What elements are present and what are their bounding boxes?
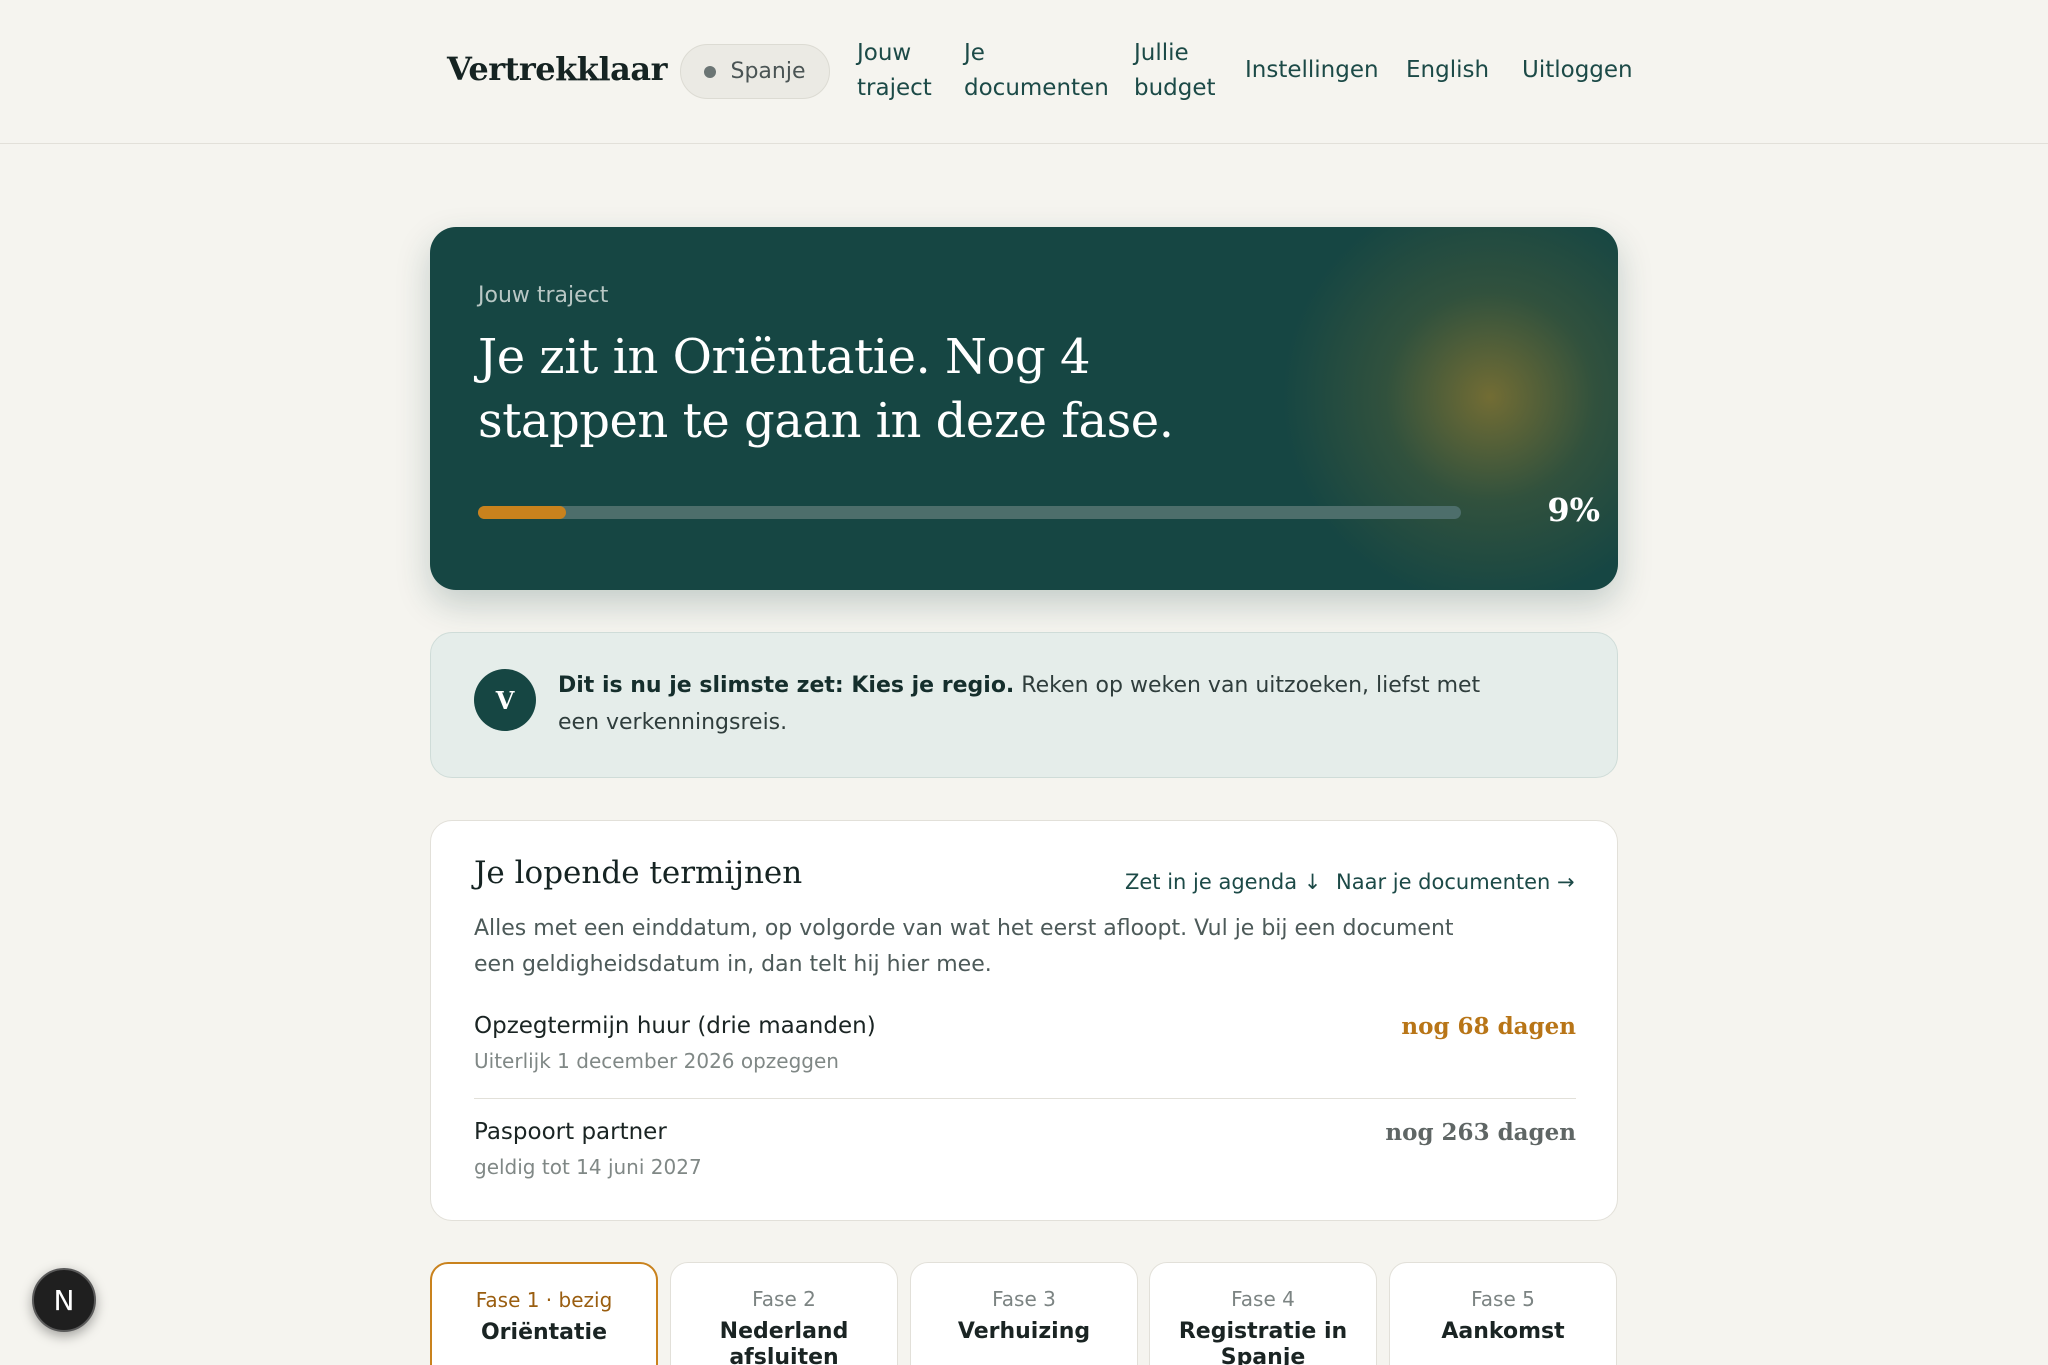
documents-link[interactable]: Naar je documenten → [1336,870,1575,894]
divider [474,1098,1576,1099]
phase-label: Fase 5 [1471,1287,1535,1311]
deadlines-title: Je lopende termijnen [474,855,803,891]
next-step-highlight: Dit is nu je slimste zet: Kies je regio. [558,673,1015,698]
hero-title: Je zit in Oriëntatie. Nog 4 stappen te g… [478,329,1174,449]
phase-tab-4[interactable]: Fase 4 Registratie in Spanje [1149,1262,1377,1365]
nav-jouw-traject[interactable]: Jouw traject [857,36,932,106]
brand-logo[interactable]: Vertrekklaar [447,50,667,88]
deadline-date: Uiterlijk 1 december 2026 opzeggen [474,1049,839,1073]
deadline-row: Opzegtermijn huur (drie maanden) Uiterli… [474,1013,1576,1093]
nav-english[interactable]: English [1406,53,1489,88]
status-dot-icon [704,65,717,78]
deadlines-card: Je lopende termijnen Zet in je agenda ↓ … [430,820,1618,1221]
hero-eyebrow: Jouw traject [478,283,609,308]
phase-tab-3[interactable]: Fase 3 Verhuizing [910,1262,1138,1365]
phase-tab-1[interactable]: Fase 1 · bezig Oriëntatie [430,1262,658,1365]
deadlines-description: Alles met een einddatum, op volgorde van… [474,916,1454,977]
progress-bar-fill [478,506,567,519]
phase-label: Fase 4 [1231,1287,1295,1311]
deadline-name: Paspoort partner [474,1119,667,1145]
nav-instellingen[interactable]: Instellingen [1245,53,1379,88]
next-step-banner: V Dit is nu je slimste zet: Kies je regi… [430,632,1618,778]
dev-tools-button[interactable]: N [32,1268,96,1332]
decorative-glow [1280,227,1618,590]
nav-jullie-budget[interactable]: Jullie budget [1134,36,1216,106]
deadline-days-remaining: nog 68 dagen [1401,1013,1576,1040]
phase-tab-5[interactable]: Fase 5 Aankomst [1389,1262,1617,1365]
progress-hero-card: Jouw traject Je zit in Oriëntatie. Nog 4… [430,227,1618,590]
phase-label: Fase 2 [752,1287,816,1311]
phase-name: Aankomst [1441,1319,1565,1344]
advisor-avatar: V [474,669,536,731]
country-label: Spanje [730,59,806,84]
progress-bar [478,506,1461,519]
phase-name: Registratie in Spanje [1178,1319,1348,1365]
phase-label: Fase 1 · bezig [475,1288,613,1312]
country-selector[interactable]: Spanje [680,44,830,99]
phase-name: Nederland afsluiten [719,1319,849,1365]
progress-percentage: 9% [1547,491,1600,529]
phase-name: Verhuizing [957,1319,1091,1344]
top-navigation: Vertrekklaar Spanje Jouw traject Je docume… [0,0,2048,144]
phase-tab-2[interactable]: Fase 2 Nederland afsluiten [670,1262,898,1365]
phase-name: Oriëntatie [480,1320,608,1345]
deadline-days-remaining: nog 263 dagen [1385,1119,1576,1146]
add-to-calendar-link[interactable]: Zet in je agenda ↓ [1125,870,1321,894]
next-step-text: Dit is nu je slimste zet: Kies je regio.… [558,667,1518,741]
deadline-name: Opzegtermijn huur (drie maanden) [474,1013,876,1039]
nav-uitloggen[interactable]: Uitloggen [1522,53,1633,88]
deadline-row: Paspoort partner geldig tot 14 juni 2027… [474,1119,1576,1199]
nav-je-documenten[interactable]: Je documenten [964,36,1109,106]
phase-label: Fase 3 [992,1287,1056,1311]
deadline-date: geldig tot 14 juni 2027 [474,1155,702,1179]
